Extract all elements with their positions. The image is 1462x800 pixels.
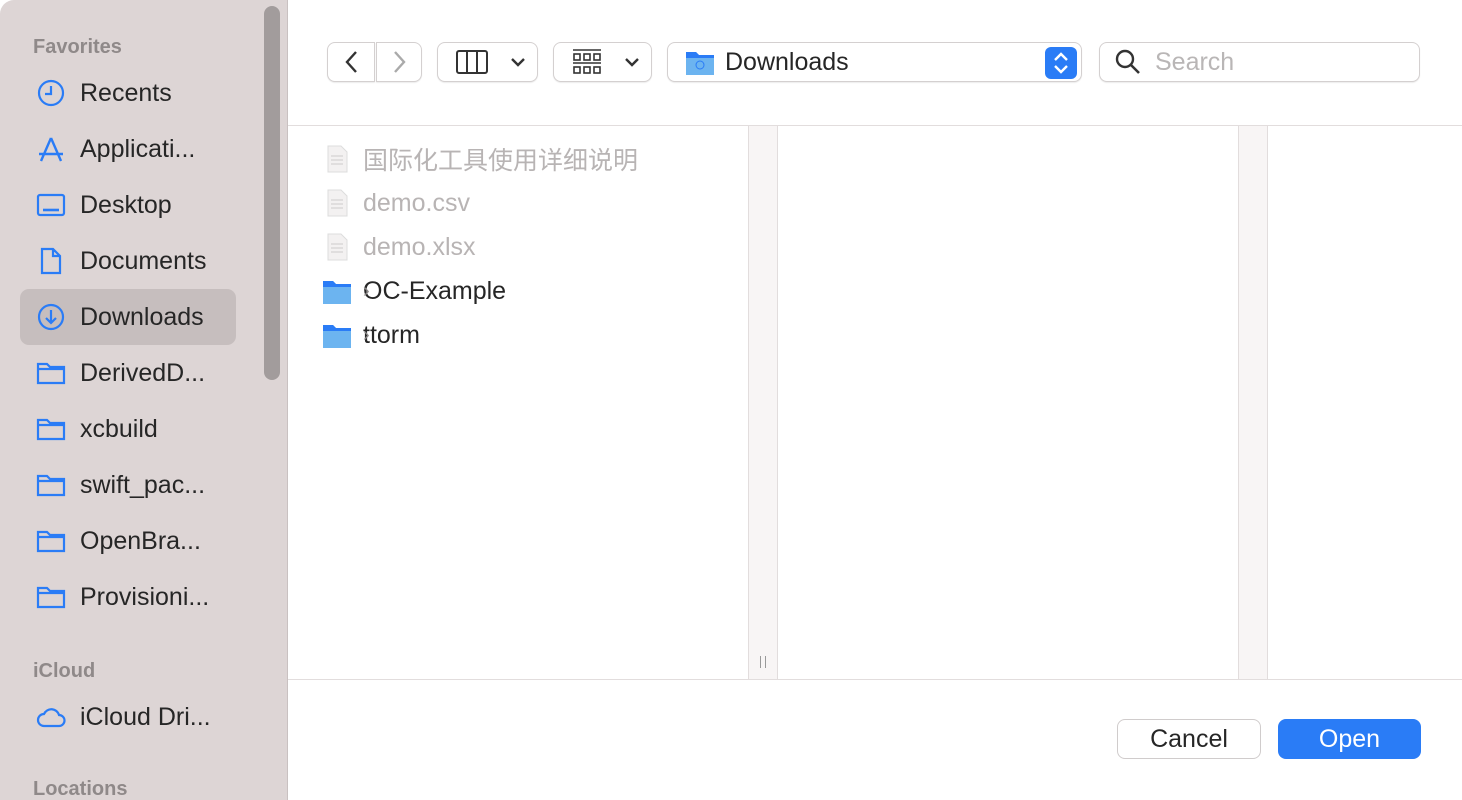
file-name: demo.xlsx — [363, 232, 476, 261]
folder-icon — [323, 281, 351, 304]
chevron-right-icon: › — [363, 323, 370, 346]
column-resize-handle[interactable] — [748, 126, 778, 679]
csv-file-icon — [327, 189, 348, 217]
sidebar: Favorites Recents Applicati... Desktop Docu… — [0, 0, 288, 800]
sidebar-item-downloads[interactable]: Downloads — [20, 289, 236, 345]
sidebar-item-recents[interactable]: Recents — [20, 65, 236, 121]
folder-icon — [36, 362, 66, 385]
file-row: 国际化工具使用详细说明 — [320, 137, 730, 181]
search-placeholder: Search — [1155, 47, 1235, 76]
sidebar-item-applicati[interactable]: Applicati... — [20, 121, 236, 177]
file-row[interactable]: OC-Example › — [320, 269, 730, 313]
document-icon — [40, 247, 62, 275]
sidebar-item-label: Applicati... — [80, 134, 196, 163]
sidebar-item-label: Desktop — [80, 190, 172, 219]
file-row: demo.csv — [320, 181, 730, 225]
chevron-right-icon — [394, 51, 406, 73]
location-label: Downloads — [725, 47, 849, 76]
locations-header: Locations — [33, 778, 128, 800]
xlsx-file-icon — [327, 233, 348, 261]
sidebar-item-label: Downloads — [80, 302, 204, 331]
sidebar-item-xcbuild[interactable]: xcbuild — [20, 401, 236, 457]
location-stepper[interactable] — [1045, 47, 1077, 79]
icon-grid-icon — [573, 49, 639, 74]
sidebar-item-swiftpac[interactable]: swift_pac... — [20, 457, 236, 513]
sidebar-item-derivedd[interactable]: DerivedD... — [20, 345, 236, 401]
sidebar-item-label: Provisioni... — [80, 582, 210, 611]
back-button[interactable] — [327, 42, 375, 82]
favorites-header: Favorites — [33, 36, 122, 58]
sidebar-item-provisioni[interactable]: Provisioni... — [20, 569, 236, 625]
document-file-icon — [327, 145, 348, 173]
view-mode-button[interactable] — [437, 42, 538, 82]
sidebar-item-openbra[interactable]: OpenBra... — [20, 513, 236, 569]
up-down-chevron-icon — [1054, 52, 1068, 74]
desktop-icon — [36, 193, 66, 217]
folder-icon — [36, 530, 66, 553]
chevron-right-icon: › — [363, 279, 370, 302]
cancel-button[interactable]: Cancel — [1117, 719, 1261, 759]
clock-icon — [37, 79, 65, 107]
sidebar-item-documents[interactable]: Documents — [20, 233, 236, 289]
cloud-icon — [36, 708, 66, 728]
folder-icon — [36, 418, 66, 441]
group-by-button[interactable] — [553, 42, 652, 82]
sidebar-scrollbar[interactable] — [264, 6, 280, 380]
sidebar-item-desktop[interactable]: Desktop — [20, 177, 236, 233]
sidebar-item-label: Documents — [80, 246, 207, 275]
folder-icon — [36, 586, 66, 609]
file-row: demo.xlsx — [320, 225, 730, 269]
icloud-header: iCloud — [33, 660, 96, 682]
file-row[interactable]: ttorm › — [320, 313, 730, 357]
applications-icon — [39, 137, 63, 162]
toolbar-divider — [288, 125, 1462, 126]
sidebar-item-label: OpenBra... — [80, 526, 201, 555]
sidebar-item-label: swift_pac... — [80, 470, 206, 499]
location-popup[interactable]: Downloads — [667, 42, 1082, 82]
column-resize-handle[interactable] — [1238, 126, 1268, 679]
folder-icon — [323, 325, 351, 348]
search-icon — [1115, 49, 1140, 74]
footer-divider — [288, 679, 1462, 680]
download-icon — [37, 303, 65, 331]
file-name: 国际化工具使用详细说明 — [363, 147, 639, 175]
open-button[interactable]: Open — [1278, 719, 1421, 759]
search-field[interactable]: Search — [1099, 42, 1420, 82]
folder-icon — [36, 474, 66, 497]
columns-view-icon — [456, 50, 525, 74]
sidebar-item-label: Recents — [80, 78, 172, 107]
chevron-left-icon — [345, 51, 357, 73]
forward-button[interactable] — [376, 42, 422, 82]
sidebar-item-label: xcbuild — [80, 414, 158, 443]
downloads-folder-icon — [686, 52, 714, 75]
sidebar-item-label: iCloud Dri... — [80, 702, 211, 731]
sidebar-item-label: DerivedD... — [80, 358, 206, 387]
sidebar-item-iclouddri[interactable]: iCloud Dri... — [20, 689, 236, 745]
file-name: demo.csv — [363, 188, 470, 217]
